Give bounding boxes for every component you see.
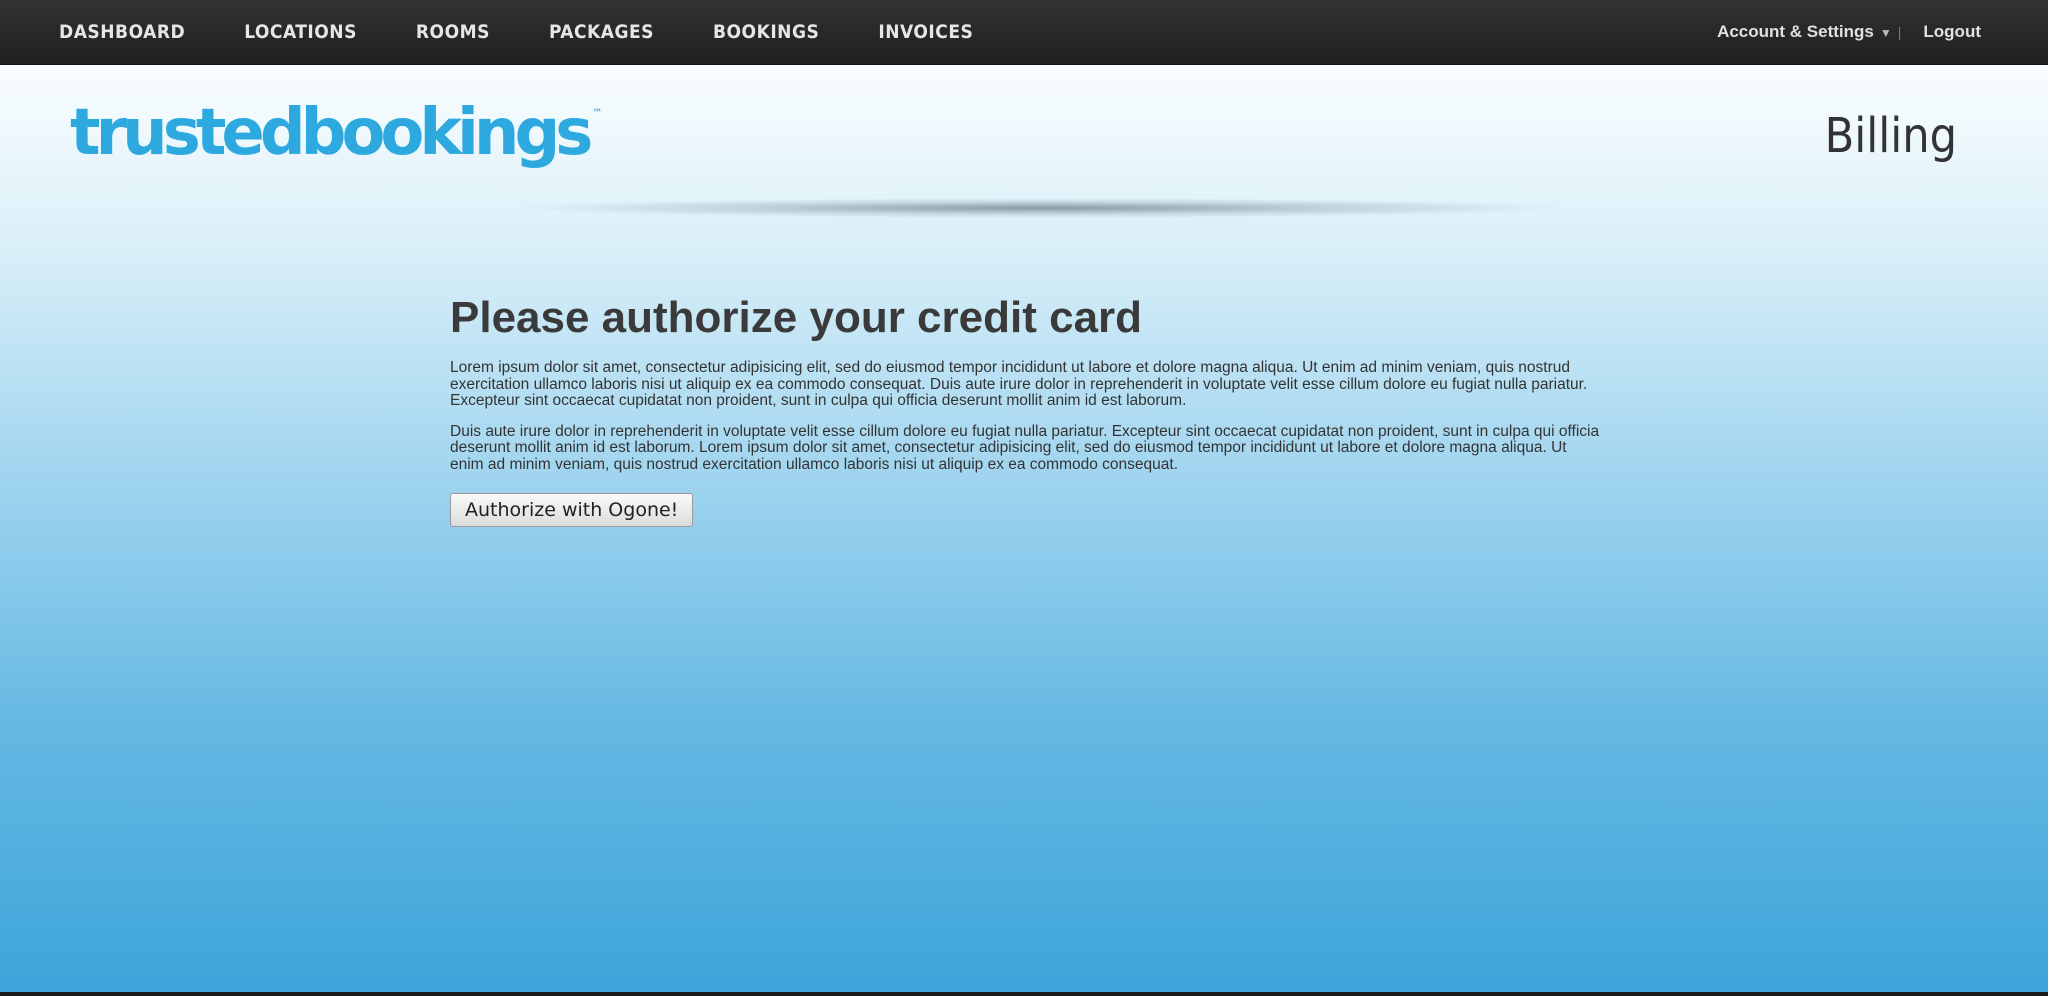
bottom-edge-strip xyxy=(0,992,2048,996)
nav-packages[interactable]: PACKAGES xyxy=(549,21,654,43)
nav-separator: | xyxy=(1897,24,1902,40)
logo-trademark: ™ xyxy=(592,108,603,119)
authorize-ogone-button[interactable]: Authorize with Ogone! xyxy=(450,493,694,527)
details-paragraph: Duis aute irure dolor in reprehenderit i… xyxy=(450,422,1600,473)
page-title: Billing xyxy=(1824,108,1957,164)
nav-dashboard[interactable]: DASHBOARD xyxy=(59,21,185,43)
main-content: Please authorize your credit card Lorem … xyxy=(450,290,1600,527)
top-navigation-bar: DASHBOARD LOCATIONS ROOMS PACKAGES BOOKI… xyxy=(0,0,2048,65)
main-nav: DASHBOARD LOCATIONS ROOMS PACKAGES BOOKI… xyxy=(40,0,1013,64)
authorize-heading: Please authorize your credit card xyxy=(450,293,1143,342)
user-nav: Account & Settings ▼ | Logout xyxy=(1717,0,1981,64)
nav-bookings[interactable]: BOOKINGS xyxy=(713,21,819,43)
account-settings-menu[interactable]: Account & Settings ▼ xyxy=(1717,22,1892,42)
intro-paragraph: Lorem ipsum dolor sit amet, consectetur … xyxy=(450,359,1588,409)
nav-invoices[interactable]: INVOICES xyxy=(878,21,973,43)
logo-text: trustedbookings xyxy=(70,96,593,170)
logout-link[interactable]: Logout xyxy=(1923,22,1981,42)
trustedbookings-logo[interactable]: trustedbookings ™ xyxy=(70,96,602,170)
nav-locations[interactable]: LOCATIONS xyxy=(244,21,357,43)
nav-rooms[interactable]: ROOMS xyxy=(416,21,490,43)
account-settings-label: Account & Settings xyxy=(1717,22,1874,41)
header-divider xyxy=(510,198,1570,218)
caret-down-icon: ▼ xyxy=(1879,26,1892,40)
